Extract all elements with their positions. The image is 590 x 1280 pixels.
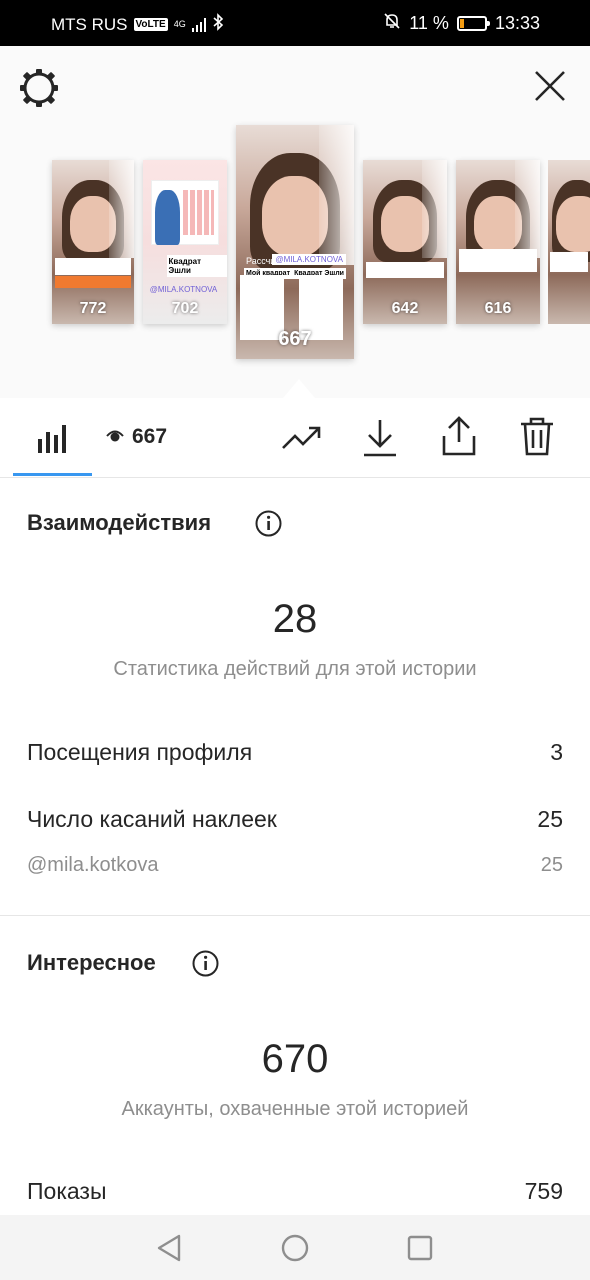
bluetooth-icon [212, 13, 224, 36]
gear-icon[interactable] [19, 68, 59, 108]
interactions-subtitle: Статистика действий для этой истории [113, 658, 477, 680]
interactions-title: Взаимодействия [27, 510, 212, 535]
discovery-subtitle: Аккаунты, охваченные этой историей [121, 1098, 469, 1120]
metric-label: Число касаний наклеек [27, 806, 277, 832]
metric-row: Показы 759 [27, 1178, 563, 1205]
metric-subrow: @mila.kotkova 25 [27, 854, 563, 877]
story-view-count: 667 [278, 328, 312, 350]
bar-chart-icon[interactable] [38, 423, 68, 458]
story-thumbnail[interactable] [548, 160, 590, 324]
story-thumbnail[interactable]: Квадрат Эшли @MILA.KOTNOVA 702 [143, 160, 227, 324]
status-bar: MTS RUS VoLTE 4G 11 % 13:33 [0, 0, 590, 46]
mention-value: 25 [540, 854, 563, 876]
section-divider [0, 915, 590, 916]
metric-value: 3 [550, 739, 563, 765]
active-tab-indicator [13, 473, 92, 476]
story-view-count: 642 [391, 300, 419, 317]
metric-label: Показы [27, 1178, 107, 1204]
carrier-name: MTS RUS [51, 14, 128, 34]
metric-row: Посещения профиля 3 [27, 739, 563, 766]
discovery-total: 670 [261, 1037, 329, 1081]
recents-square-icon[interactable] [407, 1235, 433, 1266]
metric-label: Посещения профиля [27, 739, 253, 765]
mute-bell-icon [383, 12, 401, 35]
views-total[interactable]: 667 [106, 425, 167, 449]
volte-badge: VoLTE [133, 18, 168, 31]
story-view-count: 772 [79, 300, 107, 317]
interactions-total: 28 [272, 597, 318, 641]
home-circle-icon[interactable] [281, 1234, 309, 1267]
story-thumbnail-selected[interactable]: Рассчитала : @MILA.KOTNOVA Мой квадрат К… [236, 125, 354, 359]
battery-percent: 11 % [409, 13, 449, 33]
info-icon[interactable] [192, 950, 219, 982]
download-icon[interactable] [362, 418, 398, 463]
trash-icon[interactable] [519, 416, 555, 463]
metric-value: 759 [524, 1178, 563, 1204]
signal-icon [191, 17, 206, 32]
story-strip: 772 Квадрат Эшли @MILA.KOTNOVA 702 Рассч… [0, 46, 590, 398]
selected-story-pointer [283, 379, 315, 398]
story-mention: @MILA.KOTNOVA [272, 253, 346, 265]
story-sticker-label: Квадрат Эшли [166, 255, 227, 278]
story-thumbnail[interactable]: 642 [363, 160, 447, 324]
clock: 13:33 [494, 13, 540, 33]
battery-icon [456, 16, 490, 31]
back-triangle-icon[interactable] [155, 1233, 183, 1268]
network-type: 4G [173, 19, 186, 29]
story-toolbar: 667 [0, 398, 590, 478]
story-view-count: 616 [484, 300, 512, 317]
mention-label: @mila.kotkova [27, 854, 159, 876]
discovery-title: Интересное [27, 950, 156, 975]
close-icon[interactable] [532, 68, 568, 104]
metric-row: Число касаний наклеек 25 [27, 806, 563, 833]
trending-up-icon[interactable] [281, 424, 323, 457]
metric-value: 25 [537, 806, 563, 832]
info-icon[interactable] [255, 510, 282, 542]
story-thumbnail[interactable]: 616 [456, 160, 540, 324]
story-thumbnail[interactable]: 772 [52, 160, 134, 324]
system-nav-bar [0, 1215, 590, 1280]
story-mention: @MILA.KOTNOVA [149, 284, 218, 294]
share-icon[interactable] [440, 416, 478, 463]
views-count-value: 667 [132, 425, 168, 448]
story-view-count: 702 [171, 300, 199, 317]
eye-icon [106, 425, 124, 449]
